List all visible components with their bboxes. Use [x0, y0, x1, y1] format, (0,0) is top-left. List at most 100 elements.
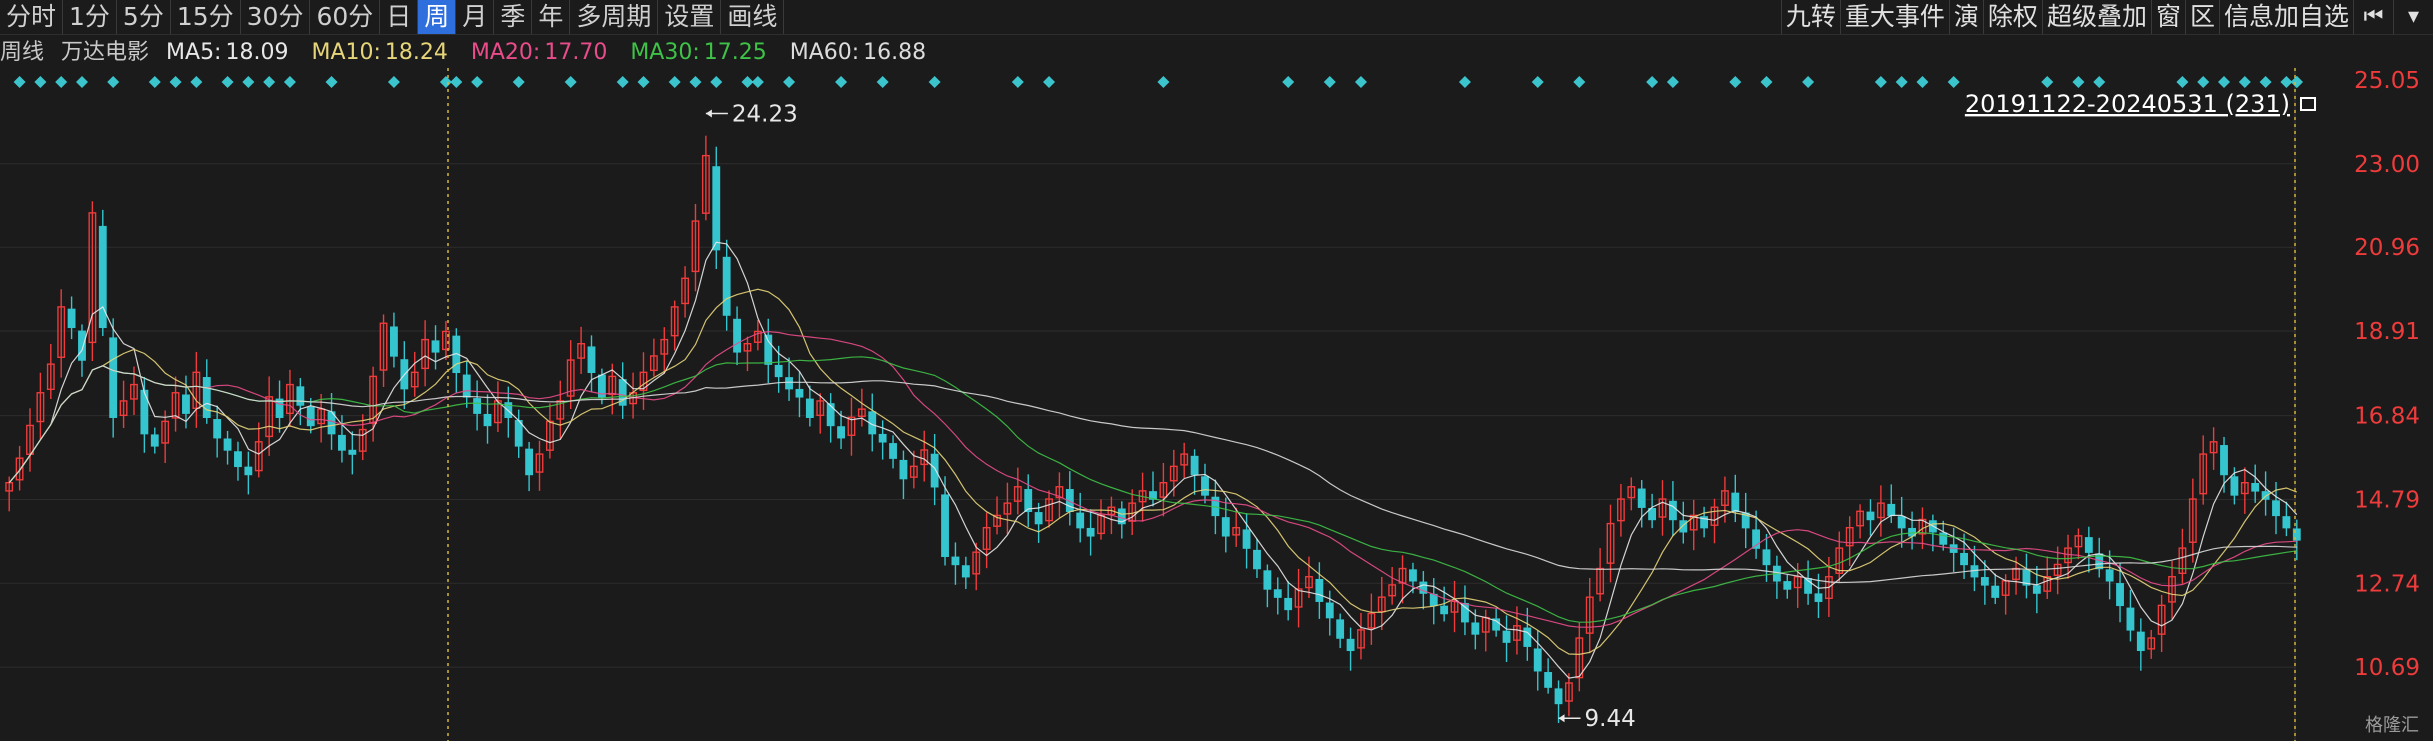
candle-down [525, 448, 534, 476]
candle-down [2251, 482, 2260, 492]
candle-down [1273, 589, 1282, 598]
event-marker-icon [2218, 76, 2231, 88]
period-tab-9[interactable]: 季 [494, 0, 533, 34]
tool-button-7[interactable]: 信息加自选 [2218, 0, 2353, 34]
candle-down [1336, 619, 1345, 639]
event-marker-icon [1458, 76, 1471, 88]
candle-down [1523, 627, 1532, 647]
period-tab-11[interactable]: 多周期 [570, 0, 659, 34]
candlestick-chart[interactable]: 25.05 23.00 20.96 18.91 16.84 14.79 12.74 10.69… [0, 68, 2433, 741]
ma60-label: MA60: [789, 40, 860, 65]
period-tab-8[interactable]: 月 [456, 0, 495, 34]
period-tab-2[interactable]: 5分 [117, 0, 171, 34]
event-marker-icon [564, 76, 577, 88]
event-marker-icon [928, 76, 941, 88]
y-tick-label: 16.84 [2354, 404, 2420, 430]
tool-button-6[interactable]: 区 [2184, 0, 2219, 34]
event-marker-icon [1666, 76, 1679, 88]
period-tab-6[interactable]: 日 [380, 0, 419, 34]
event-marker-icon [1157, 76, 1170, 88]
period-tab-7[interactable]: 周 [418, 0, 457, 34]
period-tab-4[interactable]: 30分 [241, 0, 311, 34]
tool-button-4[interactable]: 超级叠加 [2041, 0, 2151, 34]
period-tab-10[interactable]: 年 [532, 0, 571, 34]
candle-down [1471, 622, 1480, 635]
candle-down [1991, 585, 2000, 598]
event-marker-icon [1011, 76, 1024, 88]
candle-down [733, 318, 741, 353]
candle-down [1731, 492, 1740, 513]
candle-down [2032, 585, 2041, 594]
candle-down [1897, 516, 1906, 529]
candle-down [1221, 517, 1230, 537]
ma5-value: 18.09 [225, 40, 289, 65]
candle-down [2105, 569, 2114, 582]
candle-down [67, 308, 76, 329]
candle-down [1429, 593, 1438, 607]
period-tabs: 分时 1分 5分 15分 30分 60分日周月季年多周期 设置 画线 [0, 0, 785, 34]
candle-down [514, 420, 523, 447]
candle-down [1887, 503, 1896, 517]
candle-down [2230, 476, 2239, 496]
dropdown-icon[interactable]: ▾ [2393, 0, 2433, 34]
period-tab-3[interactable]: 15分 [171, 0, 241, 34]
candle-down [1076, 512, 1085, 529]
watermark: 格隆汇 [2365, 715, 2419, 736]
period-tab-5[interactable]: 60分 [310, 0, 381, 34]
y-tick-label: 10.69 [2354, 655, 2420, 681]
y-tick-label: 12.74 [2354, 571, 2420, 597]
candle-down [182, 394, 190, 414]
candle-down [764, 334, 773, 365]
candle-down [805, 398, 814, 418]
candle-down [1263, 570, 1272, 590]
period-tab-1[interactable]: 1分 [63, 0, 117, 34]
high-arrow-icon [705, 109, 712, 118]
candle-down [1980, 577, 1989, 586]
tool-button-1[interactable]: 重大事件 [1839, 0, 1949, 34]
candle-down [785, 377, 793, 390]
candle-down [2220, 445, 2228, 476]
candle-down [1440, 605, 1449, 615]
event-marker-icon [450, 76, 463, 88]
tool-button-5[interactable]: 窗 [2150, 0, 2185, 34]
candle-down [837, 426, 845, 439]
low-price-label: 9.44 [1585, 706, 1636, 732]
ma60-value: 16.88 [863, 40, 927, 65]
event-marker-icon [2238, 76, 2251, 88]
candle-down [296, 386, 305, 406]
tool-button-0[interactable]: 九转 [1780, 0, 1840, 34]
candle-down [2272, 500, 2280, 517]
candle-down [1034, 512, 1043, 525]
candle-down [223, 438, 232, 451]
skip-start-icon[interactable]: ⏮ [2353, 0, 2393, 34]
chart-toolbar: 分时 1分 5分 15分 30分 60分日周月季年多周期 设置 画线 九转 重大事件演除权 超级叠… [0, 0, 2433, 35]
event-marker-icon [34, 76, 47, 88]
candle-down [941, 494, 949, 557]
candle-down [390, 326, 398, 357]
period-tab-12[interactable]: 设置 [658, 0, 722, 34]
period-tab-13[interactable]: 画线 [721, 0, 785, 34]
period-tab-0[interactable]: 分时 [0, 0, 64, 34]
candle-down [150, 434, 159, 447]
candle-down [1409, 569, 1417, 582]
event-marker-icon [512, 76, 525, 88]
event-marker-icon [325, 76, 338, 88]
candle-down [1325, 602, 1334, 619]
event-marker-icon [221, 76, 234, 88]
candle-down [889, 443, 897, 459]
candle-down [1024, 489, 1033, 513]
event-marker-icon [55, 76, 68, 88]
event-marker-icon [387, 76, 400, 88]
stock-name: 万达电影 [61, 40, 150, 65]
tool-button-3[interactable]: 除权 [1982, 0, 2042, 34]
event-marker-icon [710, 76, 723, 88]
event-marker-icon [439, 76, 452, 88]
event-marker-icon [741, 76, 754, 88]
tool-button-2[interactable]: 演 [1948, 0, 1983, 34]
event-marker-icon [2259, 76, 2272, 88]
candle-down [712, 166, 721, 251]
ma5-label: MA5: [166, 40, 222, 65]
candle-down [244, 466, 253, 476]
lock-icon [2300, 97, 2316, 111]
event-marker-icon [2280, 76, 2293, 88]
